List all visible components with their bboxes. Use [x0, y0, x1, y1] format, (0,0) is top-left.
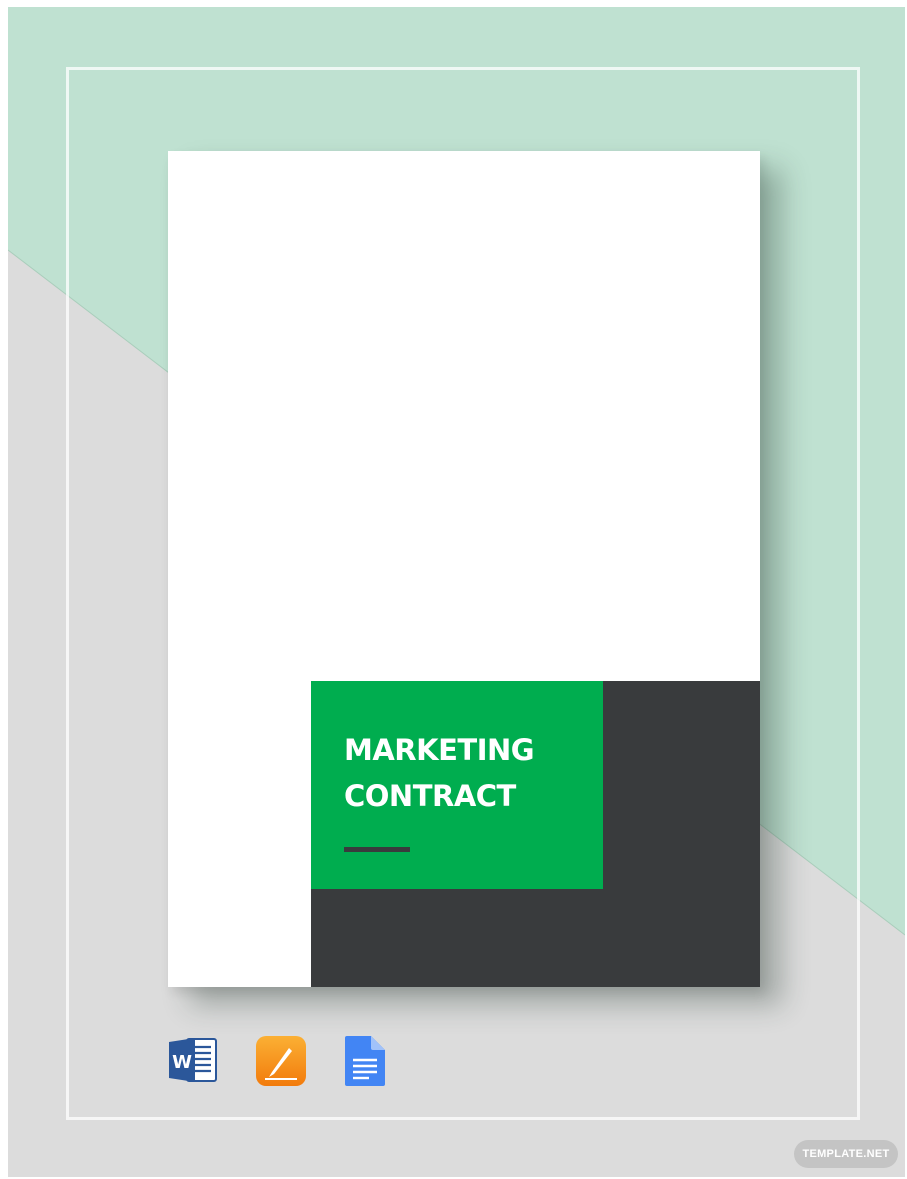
title-line-1: MARKETING [344, 733, 535, 767]
google-docs-icon[interactable] [337, 1032, 393, 1088]
pages-icon[interactable] [253, 1032, 309, 1088]
word-letter: W [172, 1052, 192, 1073]
title-underline [344, 847, 410, 852]
preview-scene: MARKETING CONTRACT W [8, 7, 905, 1177]
cover-title-block: MARKETING CONTRACT [311, 681, 603, 889]
document-title: MARKETING CONTRACT [344, 727, 594, 819]
title-line-2: CONTRACT [344, 779, 516, 813]
template-watermark: TEMPLATE.NET [794, 1140, 898, 1168]
word-icon[interactable]: W [165, 1032, 221, 1088]
document-cover-page[interactable]: MARKETING CONTRACT [168, 151, 760, 987]
